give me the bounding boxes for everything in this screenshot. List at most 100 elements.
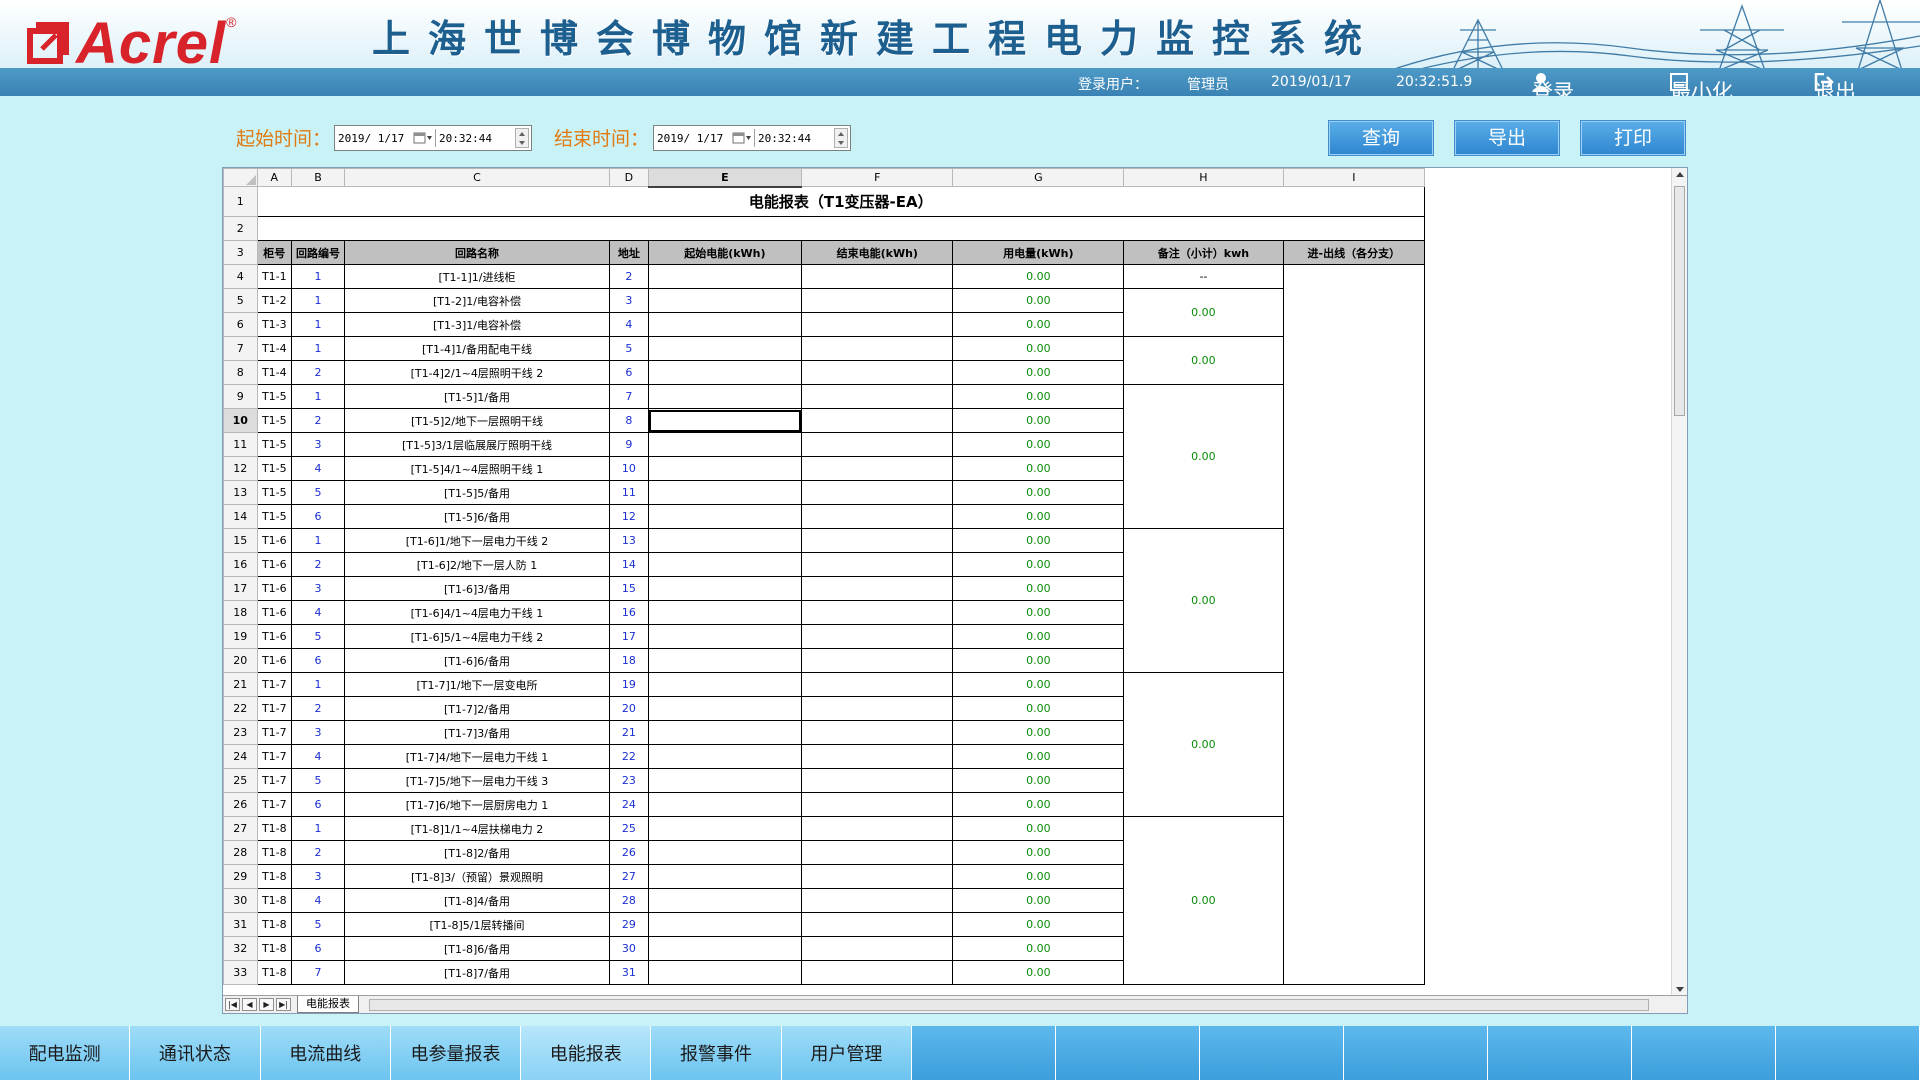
- subtotal-cell[interactable]: 0.00: [1123, 672, 1284, 817]
- circuit-name-cell[interactable]: [T1-4]1/备用配电干线: [343, 336, 611, 361]
- cabinet-cell[interactable]: T1-7: [256, 792, 293, 817]
- circuit-no-cell[interactable]: 3: [291, 864, 345, 889]
- circuit-name-cell[interactable]: [T1-6]1/地下一层电力干线 2: [343, 528, 611, 553]
- energy-usage-cell[interactable]: 0.00: [952, 768, 1125, 793]
- row-header[interactable]: 13: [223, 480, 258, 505]
- cabinet-cell[interactable]: T1-8: [256, 816, 293, 841]
- row-header[interactable]: 1: [223, 186, 258, 217]
- scroll-down-arrow-icon[interactable]: [1676, 987, 1684, 992]
- cabinet-cell[interactable]: T1-6: [256, 600, 293, 625]
- energy-usage-cell[interactable]: 0.00: [952, 264, 1125, 289]
- cabinet-cell[interactable]: T1-8: [256, 960, 293, 985]
- circuit-name-cell[interactable]: [T1-8]5/1层转播间: [343, 912, 611, 937]
- nav-distribution-monitor[interactable]: 配电监测: [0, 1026, 131, 1080]
- circuit-no-cell[interactable]: 1: [291, 288, 345, 313]
- end-energy-cell[interactable]: [801, 720, 954, 745]
- subtotal-cell[interactable]: 0.00: [1123, 816, 1284, 985]
- vertical-scrollbar[interactable]: [1671, 168, 1687, 996]
- energy-usage-cell[interactable]: 0.00: [952, 288, 1125, 313]
- row-header[interactable]: 2: [223, 216, 258, 241]
- minimize-button[interactable]: 最小化: [1670, 70, 1733, 96]
- energy-usage-cell[interactable]: 0.00: [952, 312, 1125, 337]
- address-cell[interactable]: 3: [609, 288, 649, 313]
- end-energy-cell[interactable]: [801, 912, 954, 937]
- circuit-no-cell[interactable]: 5: [291, 480, 345, 505]
- circuit-name-cell[interactable]: [T1-8]7/备用: [343, 960, 611, 985]
- end-energy-cell[interactable]: [801, 504, 954, 529]
- circuit-name-cell[interactable]: [T1-8]4/备用: [343, 888, 611, 913]
- circuit-no-cell[interactable]: 6: [291, 936, 345, 961]
- circuit-no-cell[interactable]: 4: [291, 456, 345, 481]
- cabinet-cell[interactable]: T1-7: [256, 696, 293, 721]
- energy-usage-cell[interactable]: 0.00: [952, 528, 1125, 553]
- end-energy-cell[interactable]: [801, 936, 954, 961]
- circuit-no-cell[interactable]: 1: [291, 672, 345, 697]
- end-energy-cell[interactable]: [801, 960, 954, 985]
- circuit-no-cell[interactable]: 1: [291, 264, 345, 289]
- row-header[interactable]: 27: [223, 816, 258, 841]
- circuit-name-cell[interactable]: [T1-5]4/1~4层照明干线 1: [343, 456, 611, 481]
- nav-user-management[interactable]: 用户管理: [782, 1026, 912, 1080]
- start-energy-cell[interactable]: [647, 456, 803, 481]
- address-cell[interactable]: 4: [609, 312, 649, 337]
- row-header[interactable]: 4: [223, 264, 258, 289]
- row-header[interactable]: 11: [223, 432, 258, 457]
- start-energy-cell[interactable]: [647, 936, 803, 961]
- end-energy-cell[interactable]: [801, 384, 954, 409]
- row-header[interactable]: 25: [223, 768, 258, 793]
- circuit-name-cell[interactable]: [T1-8]2/备用: [343, 840, 611, 865]
- column-header[interactable]: D: [609, 168, 649, 187]
- address-cell[interactable]: 13: [609, 528, 649, 553]
- cabinet-cell[interactable]: T1-5: [256, 504, 293, 529]
- end-energy-cell[interactable]: [801, 336, 954, 361]
- address-cell[interactable]: 29: [609, 912, 649, 937]
- circuit-no-cell[interactable]: 1: [291, 384, 345, 409]
- row-header[interactable]: 14: [223, 504, 258, 529]
- prev-sheet-icon[interactable]: ◀: [242, 998, 257, 1011]
- address-cell[interactable]: 24: [609, 792, 649, 817]
- end-energy-cell[interactable]: [801, 672, 954, 697]
- start-energy-cell[interactable]: [647, 384, 803, 409]
- last-sheet-icon[interactable]: ▶|: [276, 998, 291, 1011]
- end-energy-cell[interactable]: [801, 288, 954, 313]
- start-energy-cell[interactable]: [647, 480, 803, 505]
- start-energy-cell[interactable]: [647, 744, 803, 769]
- end-energy-cell[interactable]: [801, 264, 954, 289]
- cabinet-cell[interactable]: T1-5: [256, 432, 293, 457]
- circuit-no-cell[interactable]: 2: [291, 408, 345, 433]
- start-time-value[interactable]: 20:32:44: [439, 132, 492, 145]
- address-cell[interactable]: 30: [609, 936, 649, 961]
- subtotal-cell[interactable]: 0.00: [1123, 384, 1284, 529]
- export-button[interactable]: 导出: [1454, 120, 1560, 156]
- start-energy-cell[interactable]: [647, 792, 803, 817]
- circuit-no-cell[interactable]: 1: [291, 312, 345, 337]
- nav-current-curve[interactable]: 电流曲线: [261, 1026, 391, 1080]
- address-cell[interactable]: 19: [609, 672, 649, 697]
- row-header[interactable]: 22: [223, 696, 258, 721]
- address-cell[interactable]: 11: [609, 480, 649, 505]
- circuit-no-cell[interactable]: 1: [291, 528, 345, 553]
- nav-energy-report[interactable]: 电能报表: [521, 1026, 652, 1080]
- print-button[interactable]: 打印: [1580, 120, 1686, 156]
- energy-usage-cell[interactable]: 0.00: [952, 336, 1125, 361]
- circuit-no-cell[interactable]: 3: [291, 432, 345, 457]
- start-energy-cell[interactable]: [647, 912, 803, 937]
- login-button[interactable]: 登录: [1532, 70, 1574, 96]
- first-sheet-icon[interactable]: |◀: [225, 998, 240, 1011]
- circuit-no-cell[interactable]: 5: [291, 768, 345, 793]
- energy-usage-cell[interactable]: 0.00: [952, 720, 1125, 745]
- energy-usage-cell[interactable]: 0.00: [952, 504, 1125, 529]
- end-time-value[interactable]: 20:32:44: [758, 132, 811, 145]
- circuit-name-cell[interactable]: [T1-7]1/地下一层变电所: [343, 672, 611, 697]
- cabinet-cell[interactable]: T1-5: [256, 480, 293, 505]
- circuit-name-cell[interactable]: [T1-6]3/备用: [343, 576, 611, 601]
- circuit-name-cell[interactable]: [T1-7]4/地下一层电力干线 1: [343, 744, 611, 769]
- end-date-value[interactable]: 2019/ 1/17: [657, 132, 723, 145]
- subtotal-cell[interactable]: 0.00: [1123, 288, 1284, 337]
- end-energy-cell[interactable]: [801, 888, 954, 913]
- branch-lines-cell[interactable]: [1282, 264, 1426, 985]
- end-datetime-picker[interactable]: 2019/ 1/17 20:32:44: [653, 125, 851, 151]
- energy-usage-cell[interactable]: 0.00: [952, 696, 1125, 721]
- address-cell[interactable]: 8: [609, 408, 649, 433]
- energy-usage-cell[interactable]: 0.00: [952, 744, 1125, 769]
